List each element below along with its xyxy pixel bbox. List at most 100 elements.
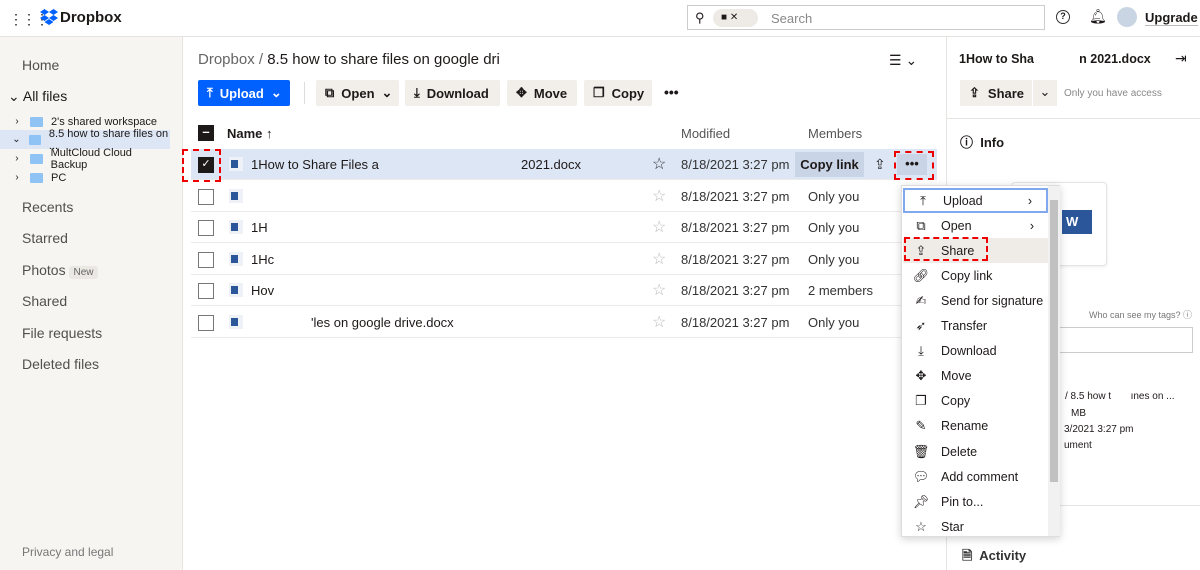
open-button[interactable]: ⧉ Open ⌄ xyxy=(316,80,399,106)
help-icon[interactable]: ? xyxy=(1056,10,1070,24)
menu-item-pin[interactable]: 📌︎ Pin to... xyxy=(903,489,1048,514)
column-name-label: Name xyxy=(227,126,263,141)
column-modified[interactable]: Modified xyxy=(681,126,730,141)
breadcrumb: Dropbox / 8.5 how to share files on goog… xyxy=(198,51,500,68)
share-button[interactable]: ⇪ Share xyxy=(960,80,1032,106)
star-icon[interactable]: ☆ xyxy=(652,217,666,237)
menu-item-transfer[interactable]: ➶ Transfer xyxy=(903,314,1048,339)
chevron-down-icon[interactable]: ⌄ xyxy=(10,134,23,145)
chevron-right-icon[interactable]: › xyxy=(10,172,24,183)
star-icon[interactable]: ☆ xyxy=(652,154,666,174)
sidebar-item-home[interactable]: Home xyxy=(22,57,59,73)
file-name[interactable]: 1H xyxy=(251,220,268,235)
bell-icon[interactable]: 🔔︎ xyxy=(1089,8,1107,25)
file-row[interactable]: ✓ 1How to Share Files a 2021.docx Copy li… xyxy=(191,149,937,180)
file-row[interactable]: 'les on google drive.docx ☆ 8/18/2021 3:… xyxy=(191,307,937,338)
file-row[interactable]: ☆ 8/18/2021 3:27 pm Only you xyxy=(191,181,937,212)
column-members[interactable]: Members xyxy=(808,126,862,141)
view-toggle-icon[interactable]: ☰ ⌄ xyxy=(889,52,917,69)
menu-item-label: Send for signature xyxy=(941,293,1044,308)
sidebar-item-starred[interactable]: Starred xyxy=(22,230,68,246)
file-name[interactable]: 1Hc xyxy=(251,252,274,267)
menu-item-label: Transfer xyxy=(941,319,988,333)
file-name[interactable]: Hov xyxy=(251,283,274,298)
download-button[interactable]: ⤓ Download xyxy=(405,80,500,106)
path-end: ınes on ... xyxy=(1130,391,1175,402)
chevron-down-icon: ⌄ xyxy=(270,85,282,100)
row-checkbox[interactable] xyxy=(198,283,214,299)
star-icon[interactable]: ☆ xyxy=(652,186,666,206)
row-checkbox[interactable] xyxy=(198,220,214,236)
file-name[interactable]: 1How to Share Files a 2021.docx xyxy=(251,157,581,172)
sidebar-item-file-requests[interactable]: File requests xyxy=(22,325,102,341)
more-actions-icon[interactable]: ••• xyxy=(664,84,679,100)
menu-item-signature[interactable]: ✍︎ Send for signature xyxy=(903,288,1048,313)
divider xyxy=(304,82,305,104)
avatar[interactable] xyxy=(1117,7,1137,27)
chevron-right-icon[interactable]: › xyxy=(10,153,24,164)
all-files-label: All files xyxy=(22,88,68,104)
star-icon[interactable]: ☆ xyxy=(652,249,666,269)
privacy-link[interactable]: Privacy and legal xyxy=(22,545,113,559)
menu-item-copy-link[interactable]: 🔗︎ Copy link xyxy=(903,263,1048,288)
select-all-checkbox[interactable]: – xyxy=(198,125,214,141)
menu-item-move[interactable]: ✥ Move xyxy=(903,364,1048,389)
column-name[interactable]: Name ↑ xyxy=(227,126,273,141)
info-section[interactable]: ⓘ Info xyxy=(960,132,1004,151)
file-row[interactable]: 1Hc ☆ 8/18/2021 3:27 pm Only you xyxy=(191,244,937,275)
copy-link-button[interactable]: Copy link xyxy=(795,152,864,177)
modified-date: 8/18/2021 3:27 pm xyxy=(681,283,790,298)
copy-button[interactable]: ❐ Copy xyxy=(584,80,652,106)
upgrade-link[interactable]: Upgrade xyxy=(1145,10,1198,26)
menu-item-open[interactable]: ⧉ Open › xyxy=(903,213,1048,238)
breadcrumb-root[interactable]: Dropbox xyxy=(198,51,255,68)
tags-help-link[interactable]: Who can see my tags? ⓘ xyxy=(1089,308,1192,321)
menu-item-upload[interactable]: ⤒ Upload › xyxy=(903,188,1048,213)
menu-item-comment[interactable]: 💬︎ Add comment xyxy=(903,464,1048,489)
search-input[interactable]: ⚲ ■ ✕ Search xyxy=(687,5,1045,30)
star-icon[interactable]: ☆ xyxy=(652,312,666,332)
chevron-right-icon[interactable]: › xyxy=(10,116,24,127)
tags-input[interactable] xyxy=(1041,327,1193,353)
menu-item-download[interactable]: ⤓ Download xyxy=(903,339,1048,364)
file-row[interactable]: Hov ☆ 8/18/2021 3:27 pm 2 members xyxy=(191,275,937,306)
row-checkbox[interactable] xyxy=(198,251,214,268)
row-checkbox[interactable] xyxy=(198,314,214,331)
folder-filter-chip[interactable]: ■ ✕ xyxy=(713,9,758,27)
file-name-start: Hov xyxy=(251,283,275,298)
file-name-start: 1Hc xyxy=(251,251,275,267)
menu-scrollbar[interactable] xyxy=(1048,186,1060,536)
menu-item-copy[interactable]: ❐ Copy xyxy=(903,389,1048,414)
row-checkbox[interactable] xyxy=(198,188,214,205)
path-value[interactable]: / 8.5 how t ınes on ... xyxy=(1065,391,1175,402)
menu-item-rename[interactable]: ✎ Rename xyxy=(903,414,1048,439)
tree-item[interactable]: › MultCloud Cloud Backup xyxy=(0,147,170,171)
upload-button[interactable]: ⤒ Upload ⌄ xyxy=(198,80,290,106)
panel-title-start: 1How to Sha xyxy=(959,52,1035,66)
menu-item-star[interactable]: ☆ Star xyxy=(903,514,1048,539)
word-file-icon xyxy=(229,251,243,266)
close-panel-icon[interactable]: ⇥ xyxy=(1175,50,1187,67)
tree-item[interactable]: › PC xyxy=(0,168,170,187)
modified-date: 8/18/2021 3:27 pm xyxy=(681,157,790,172)
sidebar-item-all-files[interactable]: ⌄ All files xyxy=(8,88,67,105)
sidebar: Home ⌄ All files › 2's shared workspace ⌄… xyxy=(0,37,183,570)
modified-date: 8/18/2021 3:27 pm xyxy=(681,251,790,267)
activity-section[interactable]: 🗎 Activity xyxy=(962,547,1026,569)
scrollbar-thumb[interactable] xyxy=(1050,200,1058,482)
sidebar-item-photos[interactable]: Photos New xyxy=(22,262,98,279)
star-icon[interactable]: ☆ xyxy=(652,280,666,300)
share-icon[interactable]: ⇪ xyxy=(874,156,886,173)
menu-item-delete[interactable]: 🗑︎ Delete xyxy=(903,439,1048,464)
share-options-chevron-icon[interactable]: ⌄ xyxy=(1033,80,1057,106)
file-row[interactable]: 1H ☆ 8/18/2021 3:27 pm Only you xyxy=(191,212,937,243)
sidebar-item-deleted-files[interactable]: Deleted files xyxy=(22,356,99,372)
members: Only you xyxy=(808,314,860,330)
sidebar-item-recents[interactable]: Recents xyxy=(22,199,73,215)
highlight-more xyxy=(894,151,934,180)
download-icon: ⤓ xyxy=(918,343,924,359)
tree-label: PC xyxy=(51,171,67,184)
copy-icon: ❐ xyxy=(593,85,605,100)
sidebar-item-shared[interactable]: Shared xyxy=(22,293,67,309)
move-button[interactable]: ✥ Move xyxy=(507,80,577,106)
